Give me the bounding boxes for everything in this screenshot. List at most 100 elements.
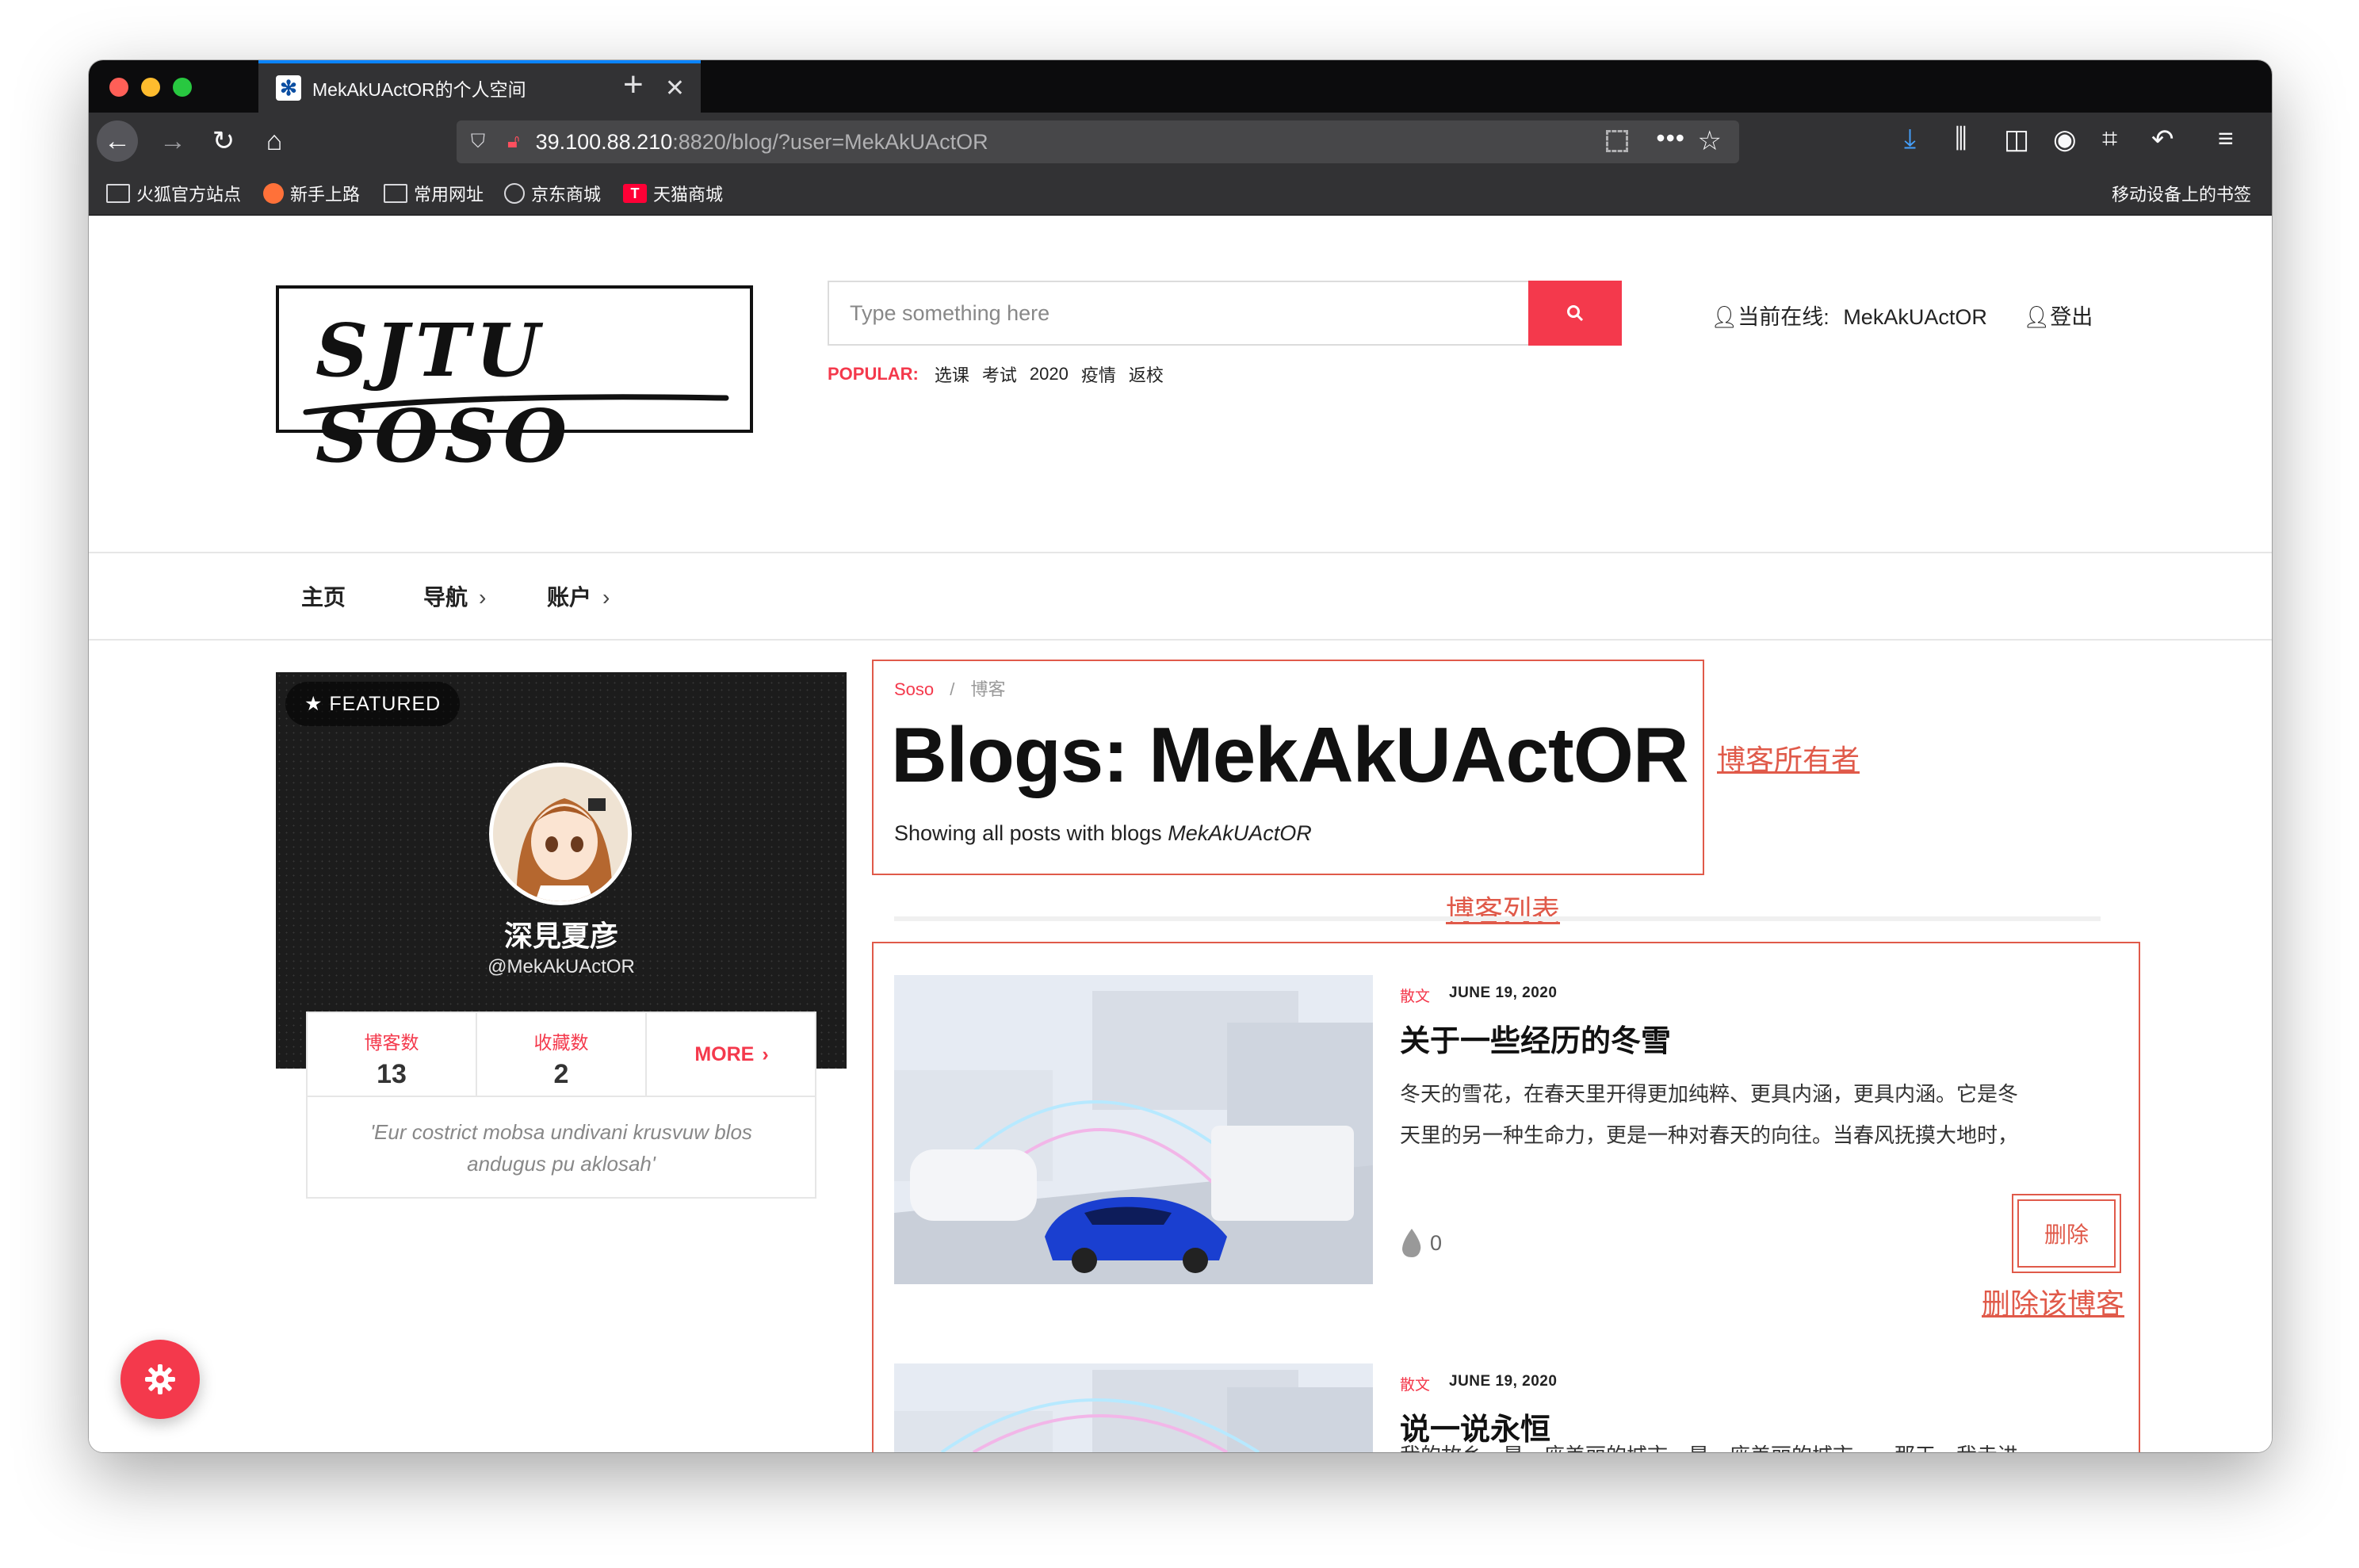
divider — [89, 639, 2272, 641]
post-date: JUNE 19, 2020 — [1449, 985, 1558, 1001]
popular-tag[interactable]: 疫情 — [1081, 361, 1116, 387]
page-title: Blogs: MekAkUActOR — [891, 711, 1689, 798]
account-icon[interactable]: ◉ — [2053, 124, 2077, 155]
delete-annotation-label: 删除该博客 — [1982, 1288, 2125, 1321]
post-date: JUNE 19, 2020 — [1449, 1373, 1558, 1390]
post-excerpt: 冬天的雪花，在春天里开得更加纯粹、更具内涵，更具内涵。它是冬 天里的另一种生命力… — [1400, 1082, 2019, 1147]
post-category[interactable]: 散文 — [1400, 985, 1430, 1006]
search-input[interactable] — [829, 282, 1528, 344]
online-status: 👤︎当前在线: MekAkUActOR — [1711, 305, 1987, 329]
library-icon[interactable]: ⫼ — [1955, 124, 1967, 155]
undo-icon[interactable]: ↶ — [2151, 124, 2174, 155]
qr-code-icon[interactable] — [1606, 130, 1628, 152]
search-field[interactable] — [828, 281, 1528, 346]
popular-label: POPULAR: — [828, 364, 919, 384]
city-car-illustration — [894, 975, 1373, 1284]
bookmarks-bar: 火狐官方站点 新手上路 常用网址 京东商城 T 天猫商城 移动设备上的书签 — [89, 170, 2272, 216]
site-logo[interactable]: SJTU SOSO — [276, 285, 753, 479]
reload-button[interactable]: ↻ — [203, 120, 244, 162]
post-thumbnail[interactable] — [894, 1363, 1373, 1452]
post-likes[interactable]: 0 — [1400, 1227, 1442, 1259]
post-title[interactable]: 关于一些经历的冬雪 — [1400, 1016, 1671, 1060]
post-excerpt: 我的故乡，是一座美丽的城市，是一座美丽的城市。一那天，我走进 — [1400, 1435, 2082, 1452]
logo-swash-decoration — [303, 394, 729, 415]
globe-icon — [504, 183, 525, 204]
menu-icon[interactable]: ≡ — [2218, 124, 2234, 155]
tracking-shield-icon[interactable]: ⛉ — [471, 131, 490, 153]
avatar[interactable] — [489, 763, 632, 905]
insecure-lock-icon[interactable]: 🔓︎ — [507, 131, 520, 153]
breadcrumb: Soso / 博客 — [894, 679, 1006, 699]
popular-tag[interactable]: 选课 — [935, 361, 969, 387]
url-text[interactable]: 39.100.88.210:8820/blog/?user=MekAkUActO… — [536, 130, 988, 155]
city-car-illustration — [894, 1363, 1373, 1452]
new-tab-button[interactable]: + — [623, 65, 644, 105]
close-window-button[interactable] — [109, 78, 128, 97]
stat-blog-count[interactable]: 博客数 13 — [308, 1013, 477, 1097]
close-tab-icon[interactable]: ✕ — [665, 75, 685, 102]
post-thumbnail[interactable] — [894, 975, 1373, 1284]
tab-bar: ✻ MekAkUActOR的个人空间 ✕ + — [89, 60, 2272, 113]
gear-icon — [145, 1364, 175, 1394]
divider — [894, 916, 2101, 921]
online-username[interactable]: MekAkUActOR — [1843, 305, 1987, 329]
menu-nav[interactable]: 导航 › — [423, 580, 486, 612]
search-icon — [1567, 305, 1584, 322]
post-category[interactable]: 散文 — [1400, 1373, 1430, 1394]
page-actions-icon[interactable]: ••• — [1656, 124, 1685, 153]
stat-favorite-count[interactable]: 收藏数 2 — [477, 1013, 647, 1097]
folder-icon — [384, 184, 407, 203]
owner-annotation-label: 博客所有者 — [1717, 744, 1860, 777]
profile-name: 深見夏彦 — [503, 920, 618, 952]
minimize-window-button[interactable] — [141, 78, 160, 97]
bookmark-item[interactable]: 常用网址 — [384, 181, 484, 206]
browser-window: ✻ MekAkUActOR的个人空间 ✕ + ← → ↻ ⌂ ⛉ 🔓︎ 39.1… — [89, 60, 2272, 1452]
bookmark-item[interactable]: 新手上路 — [263, 181, 360, 206]
tab-title: MekAkUActOR的个人空间 — [312, 79, 526, 100]
chevron-right-icon: › — [479, 585, 487, 610]
showing-text: Showing all posts with blogs MekAkUActOR — [894, 821, 1312, 845]
more-button[interactable]: MORE › — [647, 1013, 816, 1097]
chevron-right-icon: › — [762, 1042, 769, 1065]
featured-badge: ★ FEATURED — [285, 682, 461, 726]
breadcrumb-link[interactable]: Soso — [894, 679, 934, 699]
divider — [89, 552, 2272, 553]
maximize-window-button[interactable] — [173, 78, 192, 97]
user-icon: 👤︎ — [2023, 305, 2051, 329]
breadcrumb-current: 博客 — [970, 679, 1006, 699]
screenshot-icon[interactable]: ⌗ — [2102, 124, 2117, 155]
back-button[interactable]: ← — [97, 120, 138, 162]
web-page: SJTU SOSO POPULAR: 选课 考试 2020 疫情 返校 👤︎当前 — [89, 216, 2272, 1452]
user-icon: 👤︎ — [1711, 305, 1738, 329]
logout-link[interactable]: 👤︎登出 — [2023, 300, 2093, 331]
menu-account[interactable]: 账户 › — [547, 580, 610, 612]
bookmark-item[interactable]: T 天猫商城 — [623, 181, 723, 206]
firefox-icon — [263, 183, 284, 204]
menu-home[interactable]: 主页 — [301, 580, 346, 612]
download-icon[interactable]: ⤓ — [1904, 124, 1916, 155]
popular-tag[interactable]: 2020 — [1030, 364, 1069, 384]
folder-icon — [106, 184, 130, 203]
delete-button[interactable]: 删除 — [2012, 1194, 2121, 1273]
bookmark-item[interactable]: 京东商城 — [504, 181, 601, 206]
popular-tags: POPULAR: 选课 考试 2020 疫情 返校 — [828, 361, 1176, 387]
chevron-right-icon: › — [602, 585, 610, 610]
popular-tag[interactable]: 返校 — [1129, 361, 1164, 387]
profile-handle: @MekAkUActOR — [487, 956, 635, 977]
snowflake-icon: ✻ — [276, 75, 301, 101]
popular-tag[interactable]: 考试 — [982, 361, 1017, 387]
search-button[interactable] — [1528, 281, 1622, 346]
bookmark-item[interactable]: 火狐官方站点 — [106, 181, 241, 206]
tmall-icon: T — [623, 184, 647, 203]
mobile-bookmarks[interactable]: 移动设备上的书签 — [2112, 181, 2251, 206]
settings-button[interactable] — [120, 1340, 200, 1419]
home-icon[interactable]: ⌂ — [254, 120, 295, 162]
profile-stats-card: 博客数 13 收藏数 2 MORE › 'Eur costrict mobsa … — [306, 1012, 816, 1199]
bookmark-star-icon[interactable]: ☆ — [1698, 125, 1722, 157]
sidebar-icon[interactable]: ◫ — [2004, 124, 2029, 155]
flame-icon — [1402, 1229, 1421, 1257]
address-bar[interactable]: ⛉ 🔓︎ 39.100.88.210:8820/blog/?user=MekAk… — [457, 120, 1739, 163]
list-annotation-label: 博客列表 — [1446, 895, 1561, 927]
forward-button[interactable]: → — [152, 120, 193, 162]
profile-quote: 'Eur costrict mobsa undivani krusvuw blo… — [370, 1120, 752, 1176]
